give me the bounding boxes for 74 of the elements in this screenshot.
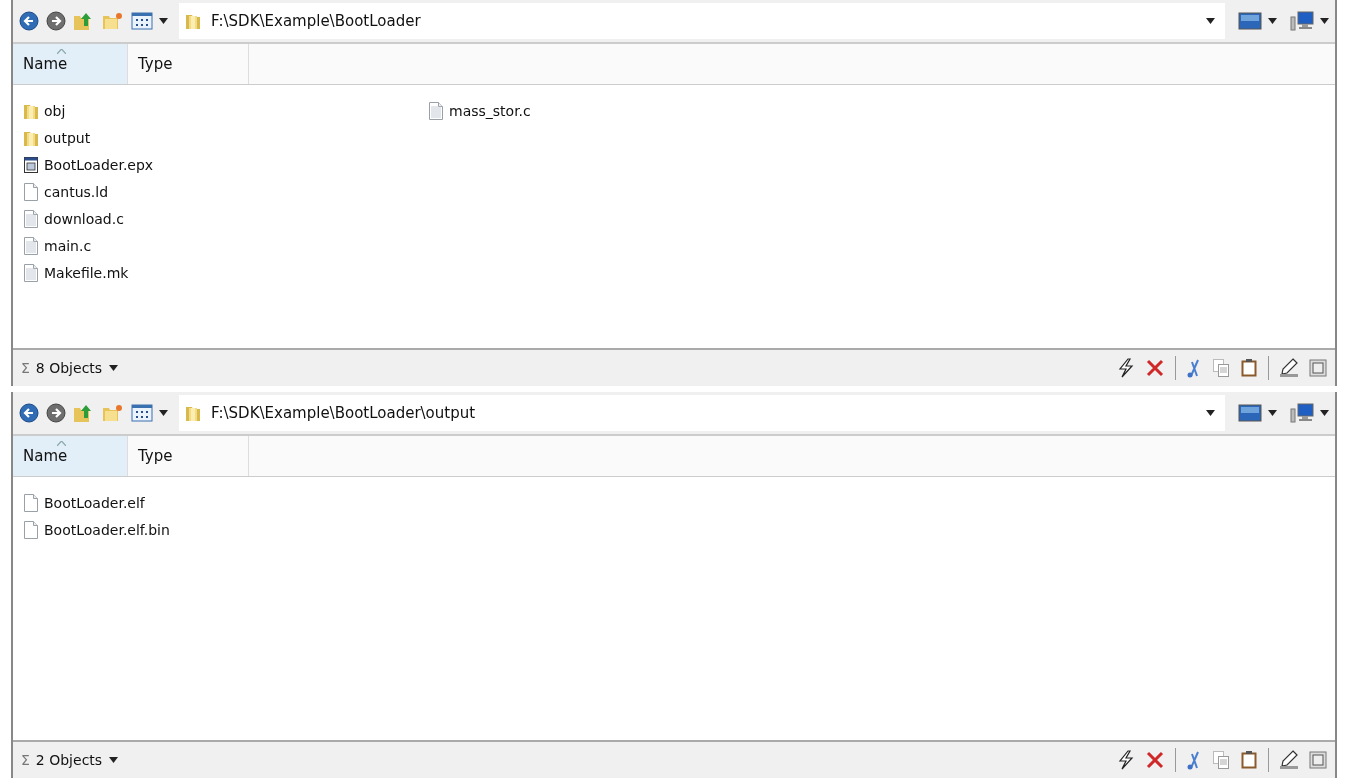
computer-icon — [1290, 11, 1314, 31]
column-heading[interactable]: Type — [128, 44, 249, 84]
caret-icon — [109, 365, 119, 371]
grid-view-icon — [131, 404, 153, 422]
delete-icon[interactable] — [1145, 358, 1165, 378]
file-icon — [23, 182, 39, 201]
address-bar[interactable]: F:\SDK\Example\BootLoader\output — [179, 395, 1225, 431]
sum-symbol: Σ — [21, 752, 30, 768]
grid-view-icon — [131, 12, 153, 30]
view-button[interactable] — [131, 404, 168, 422]
caret-icon — [1320, 410, 1329, 416]
monitor-icon — [1238, 404, 1262, 422]
folder-icon — [185, 12, 201, 30]
file-icon — [23, 493, 39, 512]
folder-icon — [185, 404, 201, 422]
text-file-icon — [428, 101, 444, 120]
file-item[interactable]: obj — [23, 97, 428, 124]
back-icon[interactable] — [19, 403, 39, 423]
caret-icon — [159, 410, 168, 416]
path-text: F:\SDK\Example\BootLoader\output — [211, 404, 477, 422]
frame-icon[interactable] — [1309, 359, 1327, 377]
network-button[interactable] — [1290, 403, 1329, 423]
sum-symbol: Σ — [21, 360, 30, 376]
scissors-icon[interactable] — [1186, 358, 1202, 378]
file-item[interactable]: download.c — [23, 205, 428, 232]
column-heading[interactable]: Type — [128, 436, 249, 476]
forward-icon[interactable] — [46, 403, 66, 423]
scissors-icon[interactable] — [1186, 750, 1202, 770]
caret-icon — [109, 757, 119, 763]
copy-icon[interactable] — [1212, 750, 1230, 770]
address-bar[interactable]: F:\SDK\Example\BootLoader — [179, 3, 1225, 39]
back-icon[interactable] — [19, 11, 39, 31]
text-file-icon — [23, 209, 39, 228]
forward-icon[interactable] — [46, 11, 66, 31]
computer-icon — [1290, 403, 1314, 423]
display-button[interactable] — [1238, 404, 1277, 422]
delete-icon[interactable] — [1145, 750, 1165, 770]
column-heading[interactable]: Name — [13, 436, 128, 476]
text-file-icon — [23, 236, 39, 255]
object-count[interactable]: 2 Objects — [35, 752, 119, 768]
clipboard-icon[interactable] — [1240, 750, 1258, 770]
view-button[interactable] — [131, 12, 168, 30]
caret-icon — [1206, 410, 1215, 416]
lightning-icon[interactable] — [1117, 750, 1135, 770]
file-item[interactable]: Makefile.mk — [23, 259, 428, 286]
caret-icon — [1206, 18, 1215, 24]
file-item[interactable]: BootLoader.elf.bin — [23, 516, 428, 543]
frame-icon[interactable] — [1309, 751, 1327, 769]
application-file-icon — [23, 155, 39, 174]
file-item[interactable]: main.c — [23, 232, 428, 259]
text-file-icon — [23, 263, 39, 282]
lightning-icon[interactable] — [1117, 358, 1135, 378]
copy-icon[interactable] — [1212, 358, 1230, 378]
caret-icon — [1320, 18, 1329, 24]
file-item[interactable]: mass_stor.c — [428, 97, 833, 124]
pencil-icon[interactable] — [1279, 358, 1299, 378]
caret-icon — [1268, 18, 1277, 24]
monitor-icon — [1238, 12, 1262, 30]
file-item[interactable]: output — [23, 124, 428, 151]
file-item[interactable]: cantus.ld — [23, 178, 428, 205]
file-item[interactable]: BootLoader.epx — [23, 151, 428, 178]
caret-icon — [159, 18, 168, 24]
file-icon — [23, 520, 39, 539]
caret-icon — [1268, 410, 1277, 416]
new-folder-icon[interactable] — [102, 11, 124, 31]
new-folder-icon[interactable] — [102, 403, 124, 423]
display-button[interactable] — [1238, 12, 1277, 30]
object-count[interactable]: 8 Objects — [35, 360, 119, 376]
network-button[interactable] — [1290, 11, 1329, 31]
pencil-icon[interactable] — [1279, 750, 1299, 770]
clipboard-icon[interactable] — [1240, 358, 1258, 378]
path-text: F:\SDK\Example\BootLoader — [211, 12, 422, 30]
column-heading[interactable]: Name — [13, 44, 128, 84]
file-item[interactable]: BootLoader.elf — [23, 489, 428, 516]
